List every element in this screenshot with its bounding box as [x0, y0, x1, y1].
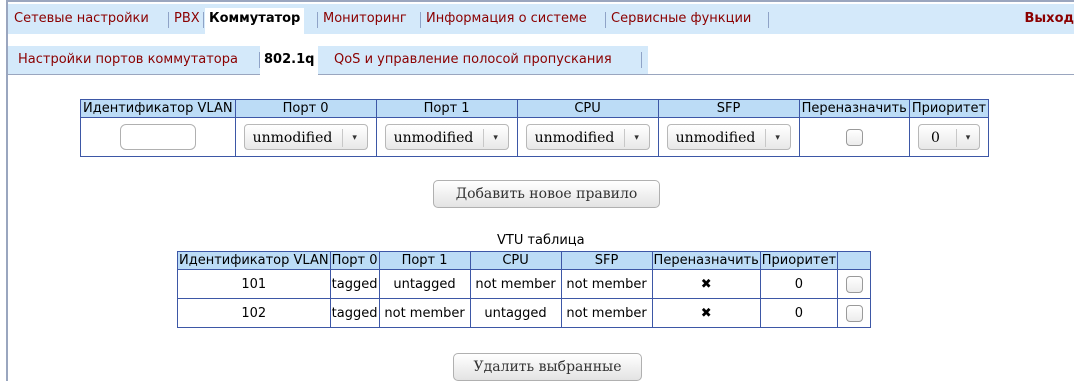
vtu-port1: not member	[378, 298, 471, 328]
vtu-table-caption: VTU таблица	[497, 233, 585, 248]
subtab-switch-port-settings[interactable]: Настройки портов коммутатора	[14, 48, 242, 72]
vtu-cpu: not member	[469, 269, 562, 299]
sfp-value: unmodified	[675, 130, 756, 146]
col-port1: Порт 1	[375, 99, 518, 118]
col-vlan-id: Идентификатор VLAN	[80, 99, 236, 118]
vlan-rule-form: Идентификатор VLAN Порт 0 Порт 1 CPU SFP…	[80, 99, 990, 157]
vtu-vlan-id: 101	[177, 269, 331, 299]
nav-divider	[420, 12, 421, 28]
vlan-id-input[interactable]	[119, 124, 196, 150]
col-reassign: Переназначить	[798, 99, 910, 118]
tab-system-info[interactable]: Информация о системе	[422, 8, 591, 34]
vtu-col-priority: Приоритет	[759, 251, 839, 270]
port0-value: unmodified	[252, 130, 333, 146]
cpu-value: unmodified	[534, 130, 615, 146]
main-nav: Сетевые настройки PBX Коммутатор Монитор…	[8, 4, 1074, 38]
col-port0: Порт 0	[234, 99, 377, 118]
vtu-port1: untagged	[378, 269, 471, 299]
vtu-col-select	[837, 251, 872, 270]
vtu-col-port1: Порт 1	[378, 251, 471, 270]
vtu-col-vlan-id: Идентификатор VLAN	[177, 251, 331, 270]
subnav-divider	[641, 52, 642, 68]
tab-service-functions[interactable]: Сервисные функции	[607, 8, 755, 34]
sub-nav: Настройки портов коммутатора 802.1q QoS …	[8, 34, 1074, 76]
nav-divider	[768, 12, 769, 28]
vtu-col-port0: Порт 0	[329, 251, 380, 270]
nav-divider	[168, 12, 169, 28]
chevron-down-icon: ▾	[341, 129, 367, 147]
page-top-border	[6, 0, 1074, 2]
cpu-select[interactable]: unmodified ▾	[525, 124, 650, 150]
subtab-qos[interactable]: QoS и управление полосой пропускания	[330, 48, 616, 72]
subtab-802-1q[interactable]: 802.1q	[260, 46, 319, 76]
priority-value: 0	[930, 130, 940, 146]
reassign-checkbox[interactable]	[845, 128, 863, 146]
tab-pbx[interactable]: PBX	[170, 8, 204, 34]
table-row: 101 tagged untagged not member not membe…	[177, 269, 872, 299]
nav-divider	[317, 12, 318, 28]
cross-icon: ✖	[651, 269, 761, 299]
tab-monitoring[interactable]: Мониторинг	[319, 8, 411, 34]
port1-value: unmodified	[393, 130, 474, 146]
add-rule-button[interactable]: Добавить новое правило	[433, 180, 660, 208]
vtu-cpu: untagged	[469, 298, 562, 328]
priority-select[interactable]: 0 ▾	[917, 124, 980, 150]
logout-link[interactable]: Выход	[1025, 8, 1074, 30]
col-cpu: CPU	[516, 99, 659, 118]
col-priority: Приоритет	[908, 99, 990, 118]
chevron-down-icon: ▾	[764, 129, 790, 147]
vtu-col-sfp: SFP	[560, 251, 653, 270]
vtu-sfp: not member	[560, 269, 653, 299]
vtu-col-reassign: Переназначить	[651, 251, 761, 270]
delete-selected-button[interactable]: Удалить выбранные	[453, 353, 642, 381]
port0-select[interactable]: unmodified ▾	[243, 124, 368, 150]
port1-select[interactable]: unmodified ▾	[384, 124, 509, 150]
vtu-vlan-id: 102	[177, 298, 331, 328]
row-select-checkbox[interactable]	[845, 304, 863, 322]
chevron-down-icon: ▾	[482, 129, 508, 147]
vtu-sfp: not member	[560, 298, 653, 328]
sfp-select[interactable]: unmodified ▾	[666, 124, 791, 150]
table-row: 102 tagged not member untagged not membe…	[177, 298, 872, 328]
vtu-priority: 0	[759, 269, 839, 299]
vtu-priority: 0	[759, 298, 839, 328]
col-sfp: SFP	[657, 99, 800, 118]
chevron-down-icon: ▾	[623, 129, 649, 147]
cross-icon: ✖	[651, 298, 761, 328]
vtu-table: Идентификатор VLAN Порт 0 Порт 1 CPU SFP…	[177, 251, 872, 328]
chevron-down-icon: ▾	[955, 129, 979, 147]
nav-divider	[203, 12, 204, 28]
vtu-port0: tagged	[329, 269, 380, 299]
vtu-col-cpu: CPU	[469, 251, 562, 270]
row-select-checkbox[interactable]	[845, 275, 863, 293]
vtu-port0: tagged	[329, 298, 380, 328]
nav-divider	[605, 12, 606, 28]
tab-network-settings[interactable]: Сетевые настройки	[10, 8, 153, 34]
